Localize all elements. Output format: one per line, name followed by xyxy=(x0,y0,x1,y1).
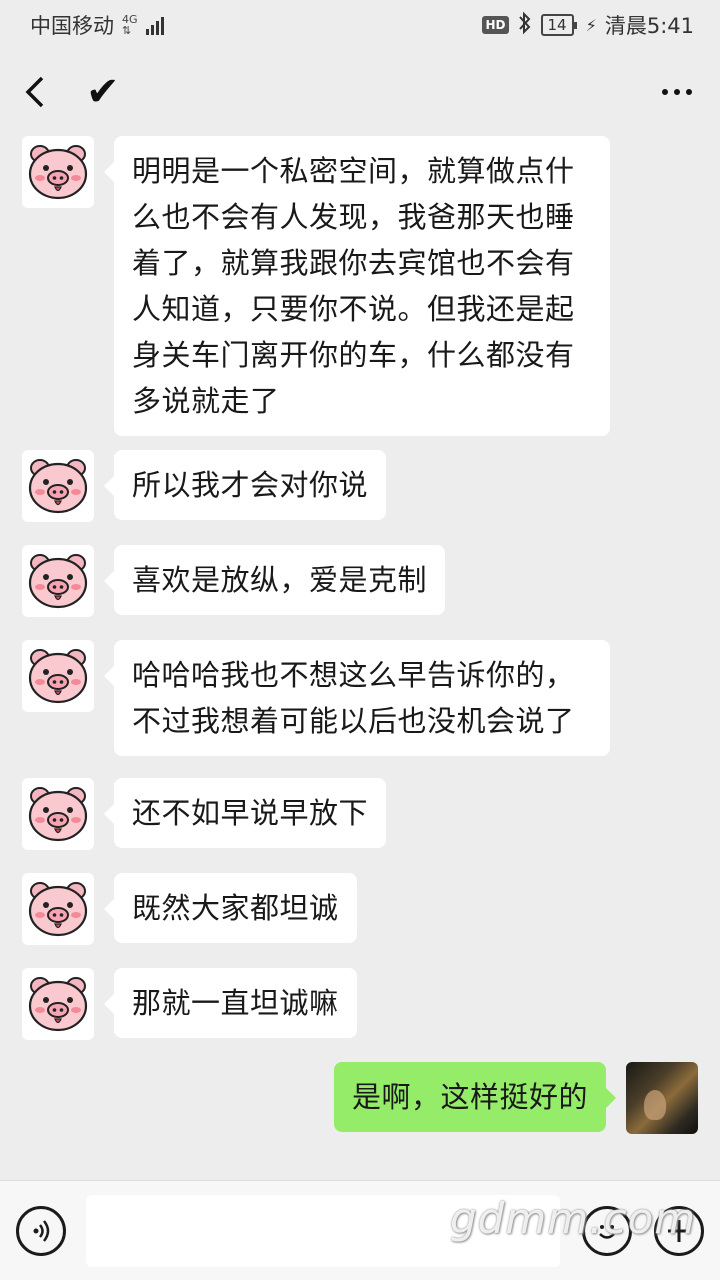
pig-avatar-icon[interactable] xyxy=(22,873,94,945)
pig-avatar-icon[interactable] xyxy=(22,450,94,522)
message-bubble[interactable]: 是啊，这样挺好的 xyxy=(333,1062,617,1132)
clock: 清晨5:41 xyxy=(604,14,694,38)
outgoing-message: 是啊，这样挺好的 xyxy=(333,1062,698,1134)
message-bubble[interactable]: 喜欢是放纵，爱是克制 xyxy=(103,545,446,615)
carrier-label: 中国移动 xyxy=(30,14,114,38)
incoming-message: 喜欢是放纵，爱是克制 xyxy=(22,545,446,617)
pig-avatar-icon[interactable] xyxy=(22,545,94,617)
status-right: HD 14 ⚡ 清晨5:41 xyxy=(482,10,694,40)
pig-avatar-icon[interactable] xyxy=(22,778,94,850)
incoming-message: 明明是一个私密空间，就算做点什么也不会有人发现，我爸那天也睡着了，就算我跟你去宾… xyxy=(22,136,610,436)
network-type: 4G ⇅ xyxy=(122,14,138,36)
bluetooth-icon xyxy=(517,11,533,40)
data-activity-icon: ⇅ xyxy=(122,24,132,37)
charging-icon: ⚡ xyxy=(585,15,597,35)
incoming-message: 既然大家都坦诚 xyxy=(22,873,357,945)
message-bubble[interactable]: 那就一直坦诚嘛 xyxy=(104,968,357,1038)
message-bubble[interactable]: 哈哈哈我也不想这么早告诉你的，不过我想着可能以后也没机会说了 xyxy=(104,640,610,756)
status-left: 中国移动 4G ⇅ xyxy=(30,10,164,40)
battery-icon: 14 xyxy=(540,14,577,36)
pig-avatar-icon[interactable] xyxy=(22,968,94,1040)
pig-avatar-icon[interactable] xyxy=(22,640,94,712)
message-bubble[interactable]: 既然大家都坦诚 xyxy=(104,873,357,943)
incoming-message: 那就一直坦诚嘛 xyxy=(22,968,357,1040)
chat-header: ✔ xyxy=(0,50,720,134)
incoming-message: 所以我才会对你说 xyxy=(22,450,387,522)
user-avatar[interactable] xyxy=(626,1062,698,1134)
message-bubble[interactable]: 还不如早说早放下 xyxy=(103,778,387,848)
hd-voice-icon: HD xyxy=(482,16,509,34)
voice-icon[interactable] xyxy=(16,1205,66,1256)
pig-avatar-icon[interactable] xyxy=(22,136,94,208)
header-left: ✔ xyxy=(24,69,120,115)
signal-icon xyxy=(145,15,164,35)
message-bubble[interactable]: 所以我才会对你说 xyxy=(103,450,387,520)
back-icon[interactable] xyxy=(24,72,52,112)
message-bubble[interactable]: 明明是一个私密空间，就算做点什么也不会有人发现，我爸那天也睡着了，就算我跟你去宾… xyxy=(104,136,610,436)
status-bar: 中国移动 4G ⇅ HD 14 ⚡ 清晨5:41 xyxy=(0,0,720,50)
watermark: gdmm.com xyxy=(450,1194,697,1243)
more-options-icon[interactable] xyxy=(662,89,692,95)
incoming-message: 哈哈哈我也不想这么早告诉你的，不过我想着可能以后也没机会说了 xyxy=(22,640,610,756)
chat-title: ✔ xyxy=(86,69,120,115)
incoming-message: 还不如早说早放下 xyxy=(22,778,387,850)
